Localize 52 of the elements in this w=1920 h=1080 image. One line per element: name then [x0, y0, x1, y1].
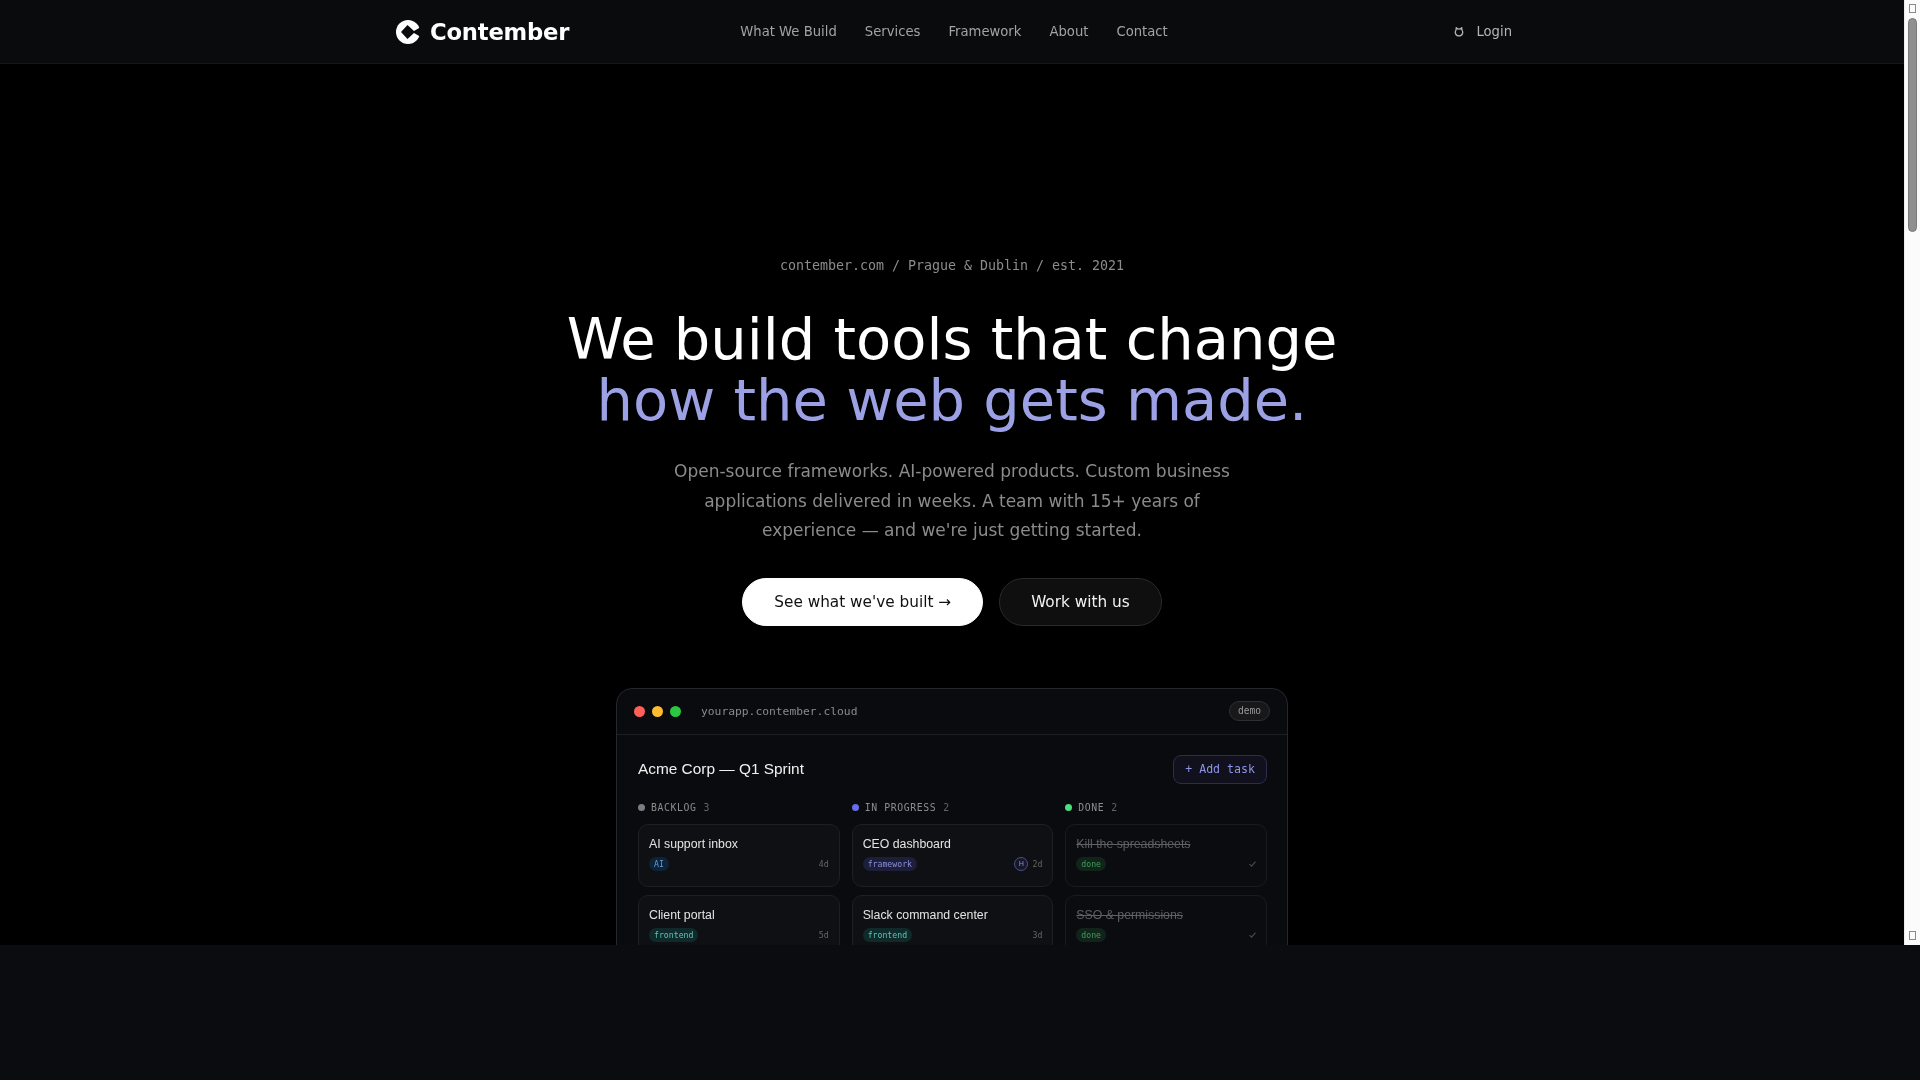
- hero-description: Open-source frameworks. AI-powered products. Custom business applications delivered in weeks. A team with 15+ years of experience — and we're just getting started.: [673, 460, 1231, 542]
- task-card[interactable]: AI support inbox AI 4d: [638, 823, 840, 887]
- task-age: 5d: [818, 929, 829, 940]
- column-count: 3: [703, 802, 710, 813]
- task-card[interactable]: Client portal frontend 5d: [638, 894, 840, 945]
- column-count: 2: [943, 802, 950, 813]
- task-title: SSO & permissions: [1076, 906, 1184, 924]
- task-title: Slack command center: [862, 906, 989, 924]
- cat-icon: [1454, 26, 1465, 37]
- tag: done: [1076, 856, 1107, 871]
- nav-link[interactable]: Contact: [1116, 21, 1168, 42]
- headline: We build tools that change how the web gets made.: [566, 309, 1338, 431]
- scrollbar-thumb[interactable]: [1908, 18, 1917, 232]
- check-icon: [1249, 931, 1256, 938]
- task-age: 4d: [818, 858, 829, 869]
- primary-button[interactable]: See what we've built →: [742, 577, 984, 626]
- tag: framework: [862, 856, 918, 871]
- column-title: IN PROGRESS: [864, 802, 937, 813]
- tag: frontend: [649, 927, 699, 942]
- task-age: 3d: [1032, 929, 1043, 940]
- scroll-up-button[interactable]: [1909, 4, 1916, 13]
- check-icon: [1249, 860, 1256, 867]
- logo-icon: [396, 19, 420, 44]
- board-title: Acme Corp — Q1 Sprint: [638, 760, 804, 778]
- tagline: contember.com / Prague & Dublin / est. 2021: [779, 257, 1125, 275]
- logo-link[interactable]: Contember: [396, 17, 570, 46]
- add-task-button[interactable]: + Add task: [1173, 754, 1267, 784]
- nav-link[interactable]: What We Build: [740, 21, 837, 42]
- url-text: yourapp.contember.cloud: [701, 704, 858, 718]
- task-card[interactable]: Kill the spreadsheets done: [1065, 823, 1267, 887]
- task-card[interactable]: Slack command center frontend 3d: [851, 894, 1054, 945]
- column-count: 2: [1111, 802, 1118, 813]
- demo-badge: demo: [1228, 701, 1270, 721]
- scrollbar[interactable]: [1904, 0, 1920, 945]
- login-link[interactable]: Login: [1454, 21, 1512, 42]
- nav-link[interactable]: Services: [864, 21, 921, 42]
- tag: done: [1076, 927, 1107, 942]
- secondary-button[interactable]: Work with us: [999, 577, 1162, 626]
- tag: AI: [649, 856, 669, 871]
- column-title: DONE: [1078, 802, 1105, 813]
- nav-link[interactable]: About: [1049, 21, 1089, 42]
- task-title: Client portal: [649, 906, 716, 924]
- task-title: CEO dashboard: [862, 835, 952, 853]
- task-age: 2d: [1032, 858, 1043, 869]
- task-title: Kill the spreadsheets: [1076, 835, 1192, 853]
- column-title: BACKLOG: [651, 802, 697, 813]
- tag: frontend: [862, 927, 913, 942]
- task-card[interactable]: SSO & permissions done: [1065, 894, 1267, 945]
- window-controls-icon: [634, 705, 681, 717]
- scroll-down-button[interactable]: [1909, 931, 1916, 940]
- nav-link[interactable]: Framework: [948, 21, 1022, 42]
- task-title: AI support inbox: [649, 835, 739, 853]
